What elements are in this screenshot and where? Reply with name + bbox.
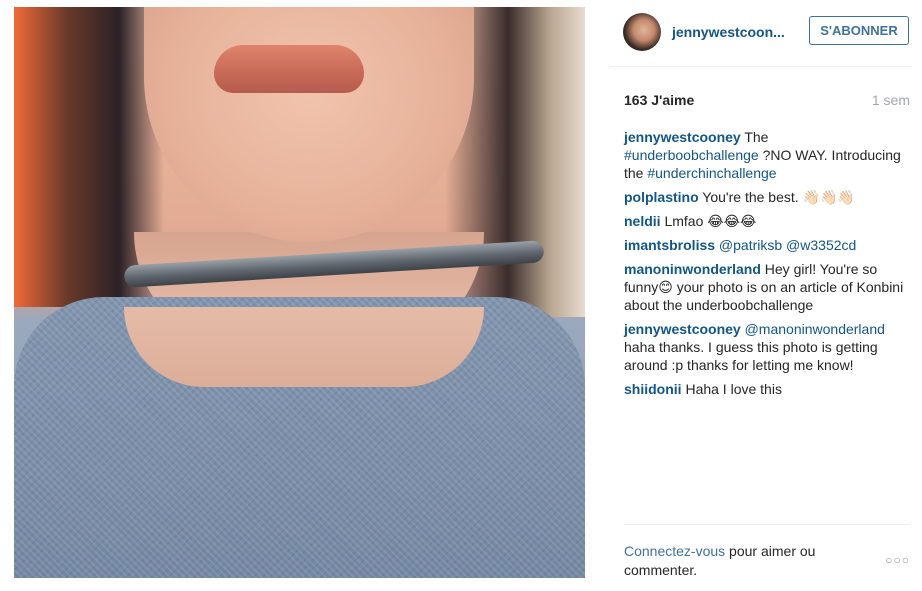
comment-text: haha thanks. I guess this photo is getti… xyxy=(624,339,878,373)
photo-lips xyxy=(214,45,364,93)
comment-username[interactable]: shiidonii xyxy=(624,381,682,397)
comment-item: manoninwonderland Hey girl! You're so fu… xyxy=(624,260,904,314)
comments-list: jennywestcooney The #underboobchallenge … xyxy=(624,128,904,404)
likes-count[interactable]: 163 J'aime xyxy=(624,92,694,108)
post-footer: Connectez-vous pour aimer ou commenter. … xyxy=(624,524,910,585)
comment-link[interactable]: #underboobchallenge xyxy=(624,147,759,163)
comment-username[interactable]: jennywestcooney xyxy=(624,129,741,145)
comment-text: Haha I love this xyxy=(681,381,782,397)
comment-username[interactable]: imantsbroliss xyxy=(624,237,715,253)
comment-item: shiidonii Haha I love this xyxy=(624,380,904,398)
comment-text: The xyxy=(740,129,769,145)
comment-item: neldii Lmfao 😂😂😂 xyxy=(624,212,904,230)
comment-item: jennywestcooney The #underboobchallenge … xyxy=(624,128,904,182)
post-header: jennywestcoon... S'ABONNER xyxy=(610,0,912,67)
login-prompt: Connectez-vous pour aimer ou commenter. xyxy=(624,542,844,580)
photo-chin xyxy=(144,7,474,242)
comment-username[interactable]: neldii xyxy=(624,213,661,229)
post-photo[interactable] xyxy=(14,7,585,578)
comment-item: imantsbroliss @patriksb @w3352cd xyxy=(624,236,904,254)
post-timestamp[interactable]: 1 sem xyxy=(872,92,910,108)
photo-collar xyxy=(124,307,484,387)
post-author-username[interactable]: jennywestcoon... xyxy=(672,24,785,40)
follow-button[interactable]: S'ABONNER xyxy=(809,16,909,45)
comment-username[interactable]: polplastino xyxy=(624,189,699,205)
ellipsis-icon[interactable]: ○○○ xyxy=(885,553,910,567)
comment-item: polplastino You're the best. 👋🏻👋🏻👋🏻 xyxy=(624,188,904,206)
login-link[interactable]: Connectez-vous xyxy=(624,543,725,559)
post-side-panel: jennywestcoon... S'ABONNER 163 J'aime 1 … xyxy=(610,0,922,591)
comment-link[interactable]: @manoninwonderland xyxy=(745,321,885,337)
avatar[interactable] xyxy=(623,13,661,51)
comment-link[interactable]: @patriksb xyxy=(719,237,782,253)
comment-text: You're the best. 👋🏻👋🏻👋🏻 xyxy=(698,189,855,205)
comment-username[interactable]: jennywestcooney xyxy=(624,321,741,337)
comment-username[interactable]: manoninwonderland xyxy=(624,261,761,277)
comment-text: Lmfao 😂😂😂 xyxy=(660,213,757,229)
comment-item: jennywestcooney @manoninwonderland haha … xyxy=(624,320,904,374)
comment-link[interactable]: @w3352cd xyxy=(786,237,856,253)
comment-link[interactable]: #underchinchallenge xyxy=(647,165,776,181)
